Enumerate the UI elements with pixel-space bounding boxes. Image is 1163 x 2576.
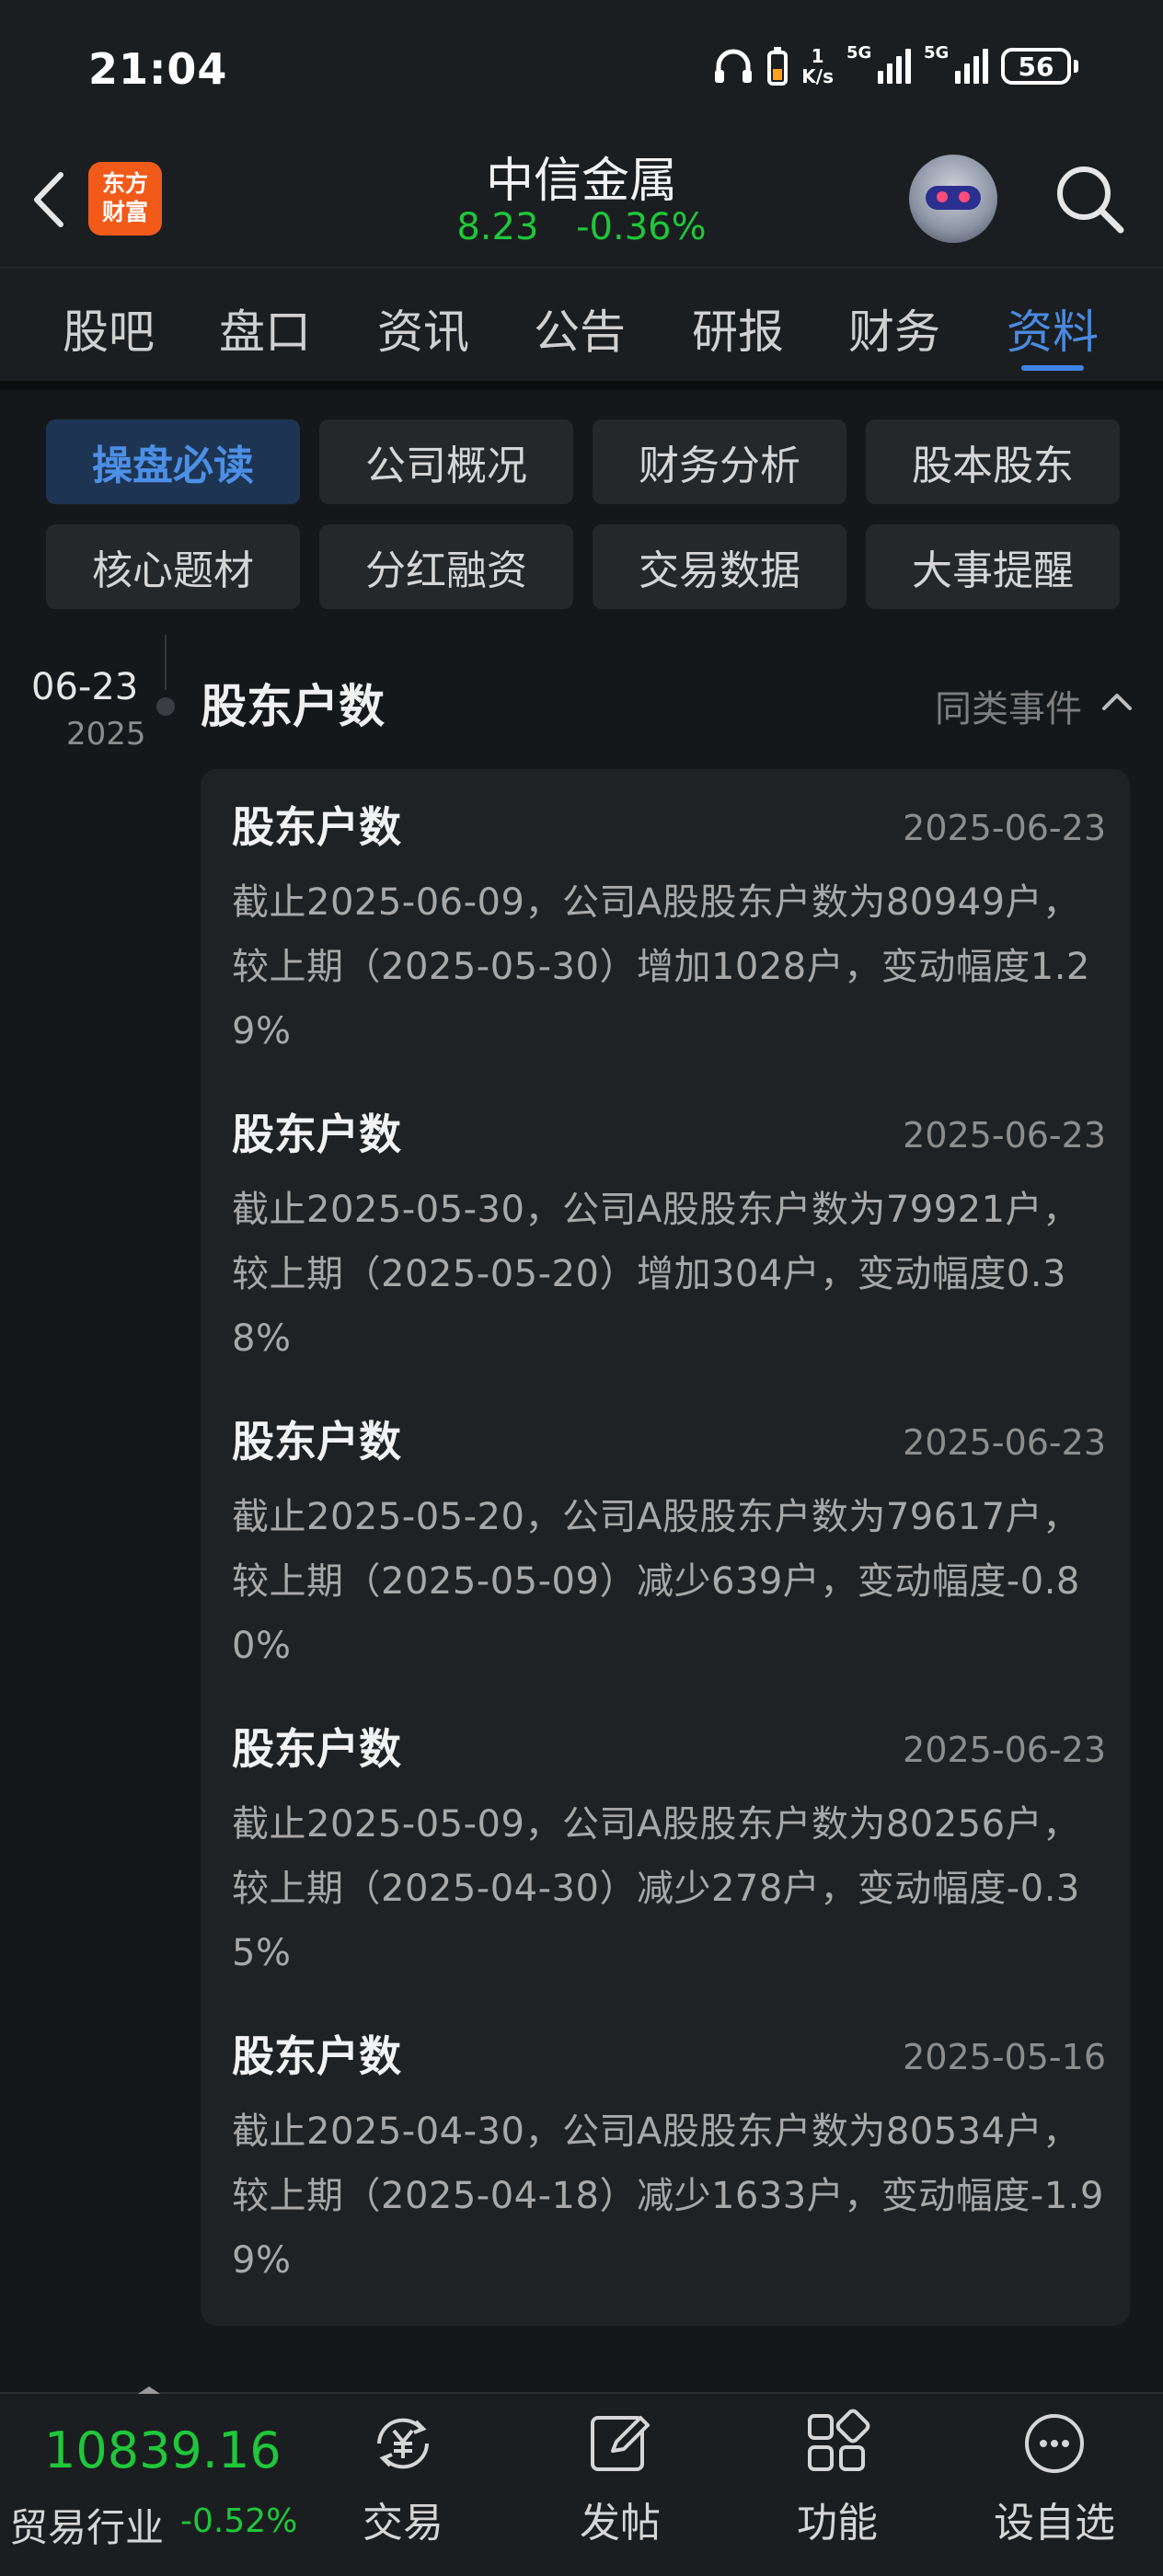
event-text: 截止2025-05-20，公司A股股东户数为79617户，较上期（2025-05… (232, 1496, 1080, 1667)
signal-2-icon: 5G (924, 43, 988, 84)
event-date: 2025-06-23 (903, 1730, 1106, 1770)
events-card: 股东户数 2025-06-23 截止2025-06-09，公司A股股东户数为80… (201, 769, 1130, 2326)
add-watchlist-button[interactable]: 设自选 (981, 2409, 1128, 2565)
chip-trading-data[interactable]: 交易数据 (593, 524, 846, 609)
chip-shareholders[interactable]: 股本股东 (866, 420, 1120, 504)
event-item[interactable]: 股东户数 2025-06-23 截止2025-05-09，公司A股股东户数为80… (232, 1717, 1106, 1985)
add-watchlist-label: 设自选 (994, 2500, 1115, 2547)
signal-1-icon: 5G (846, 43, 911, 84)
more-dots-icon (1025, 2414, 1084, 2473)
status-icons: 1 K/s 5G 5G 56 (713, 43, 1078, 86)
tab-guba[interactable]: 股吧 (63, 295, 155, 362)
yen-exchange-icon (377, 2418, 429, 2469)
section-title: 股东户数 (201, 680, 385, 733)
event-item[interactable]: 股东户数 2025-06-23 截止2025-05-30，公司A股股东户数为79… (232, 1102, 1106, 1371)
active-tab-indicator (1021, 365, 1084, 371)
tab-news[interactable]: 资讯 (377, 295, 469, 362)
event-date: 2025-06-23 (903, 808, 1106, 848)
status-bar: 21:04 1 K/s 5G 5G 56 (0, 0, 1163, 138)
battery-icon: 56 (1001, 48, 1078, 85)
grid-apps-icon (808, 2409, 870, 2471)
event-text: 截止2025-06-09，公司A股股东户数为80949户，较上期（2025-05… (232, 881, 1090, 1052)
tab-research[interactable]: 研报 (692, 295, 784, 362)
chip-dividends-financing[interactable]: 分红融资 (319, 524, 573, 609)
chip-major-events[interactable]: 大事提醒 (866, 524, 1120, 609)
signal-2-label: 5G (924, 43, 950, 63)
industry-index-change[interactable]: -0.52% (180, 2502, 297, 2540)
chip-company-overview[interactable]: 公司概况 (319, 420, 573, 504)
event-date: 2025-06-23 (903, 1115, 1106, 1156)
stock-header: 东方 财富 中信金属 8.23 -0.36% (0, 138, 1163, 267)
net-speed-value: 1 (811, 45, 824, 67)
timeline-dot (156, 697, 175, 716)
chip-financial-analysis[interactable]: 财务分析 (593, 420, 846, 504)
edit-post-icon (591, 2416, 650, 2471)
robot-assistant-icon[interactable] (909, 155, 997, 243)
chevron-up-icon[interactable] (1100, 690, 1134, 712)
functions-label: 功能 (797, 2500, 878, 2547)
tab-bar: 股吧 盘口 资讯 公告 研报 财务 资料 (0, 267, 1163, 381)
timeline-date: 06-23 (31, 666, 139, 708)
industry-index-value[interactable]: 10839.16 (44, 2421, 282, 2479)
search-icon[interactable] (1051, 160, 1128, 237)
trade-label: 交易 (363, 2500, 443, 2547)
signal-1-label: 5G (846, 43, 872, 63)
functions-button[interactable]: 功能 (764, 2409, 911, 2565)
timeline-year: 2025 (66, 716, 146, 753)
chip-core-themes[interactable]: 核心题材 (46, 524, 300, 609)
event-item[interactable]: 股东户数 2025-06-23 截止2025-05-20，公司A股股东户数为79… (232, 1409, 1106, 1678)
divider (0, 381, 1163, 390)
timeline-line (165, 635, 167, 690)
same-events-toggle[interactable]: 同类事件 (935, 679, 1082, 732)
stock-change: -0.36% (576, 206, 707, 248)
profile-subnav: 操盘必读 公司概况 财务分析 股本股东 核心题材 分红融资 交易数据 大事提醒 (0, 390, 1163, 611)
tab-finance[interactable]: 财务 (848, 295, 940, 362)
tab-profile[interactable]: 资料 (1007, 295, 1099, 362)
small-battery-icon (767, 47, 789, 86)
industry-index-name[interactable]: 贸易行业 (9, 2497, 164, 2553)
battery-level: 56 (1001, 48, 1071, 85)
chip-trading-must-read[interactable]: 操盘必读 (46, 420, 300, 504)
event-date: 2025-05-16 (903, 2037, 1106, 2077)
expand-handle-icon[interactable] (138, 2386, 160, 2394)
event-date: 2025-06-23 (903, 1422, 1106, 1463)
event-text: 截止2025-05-09，公司A股股东户数为80256户，较上期（2025-04… (232, 1803, 1080, 1974)
post-label: 发帖 (580, 2500, 661, 2547)
post-button[interactable]: 发帖 (547, 2409, 694, 2565)
bottom-bar: 10839.16 贸易行业 -0.52% 交易 发帖 功能 设自选 (0, 2386, 1163, 2576)
tab-pankou[interactable]: 盘口 (219, 295, 311, 362)
event-item[interactable]: 股东户数 2025-06-23 截止2025-06-09，公司A股股东户数为80… (232, 795, 1106, 1064)
status-time: 21:04 (88, 44, 228, 94)
event-text: 截止2025-05-30，公司A股股东户数为79921户，较上期（2025-05… (232, 1189, 1080, 1360)
headphones-icon (715, 49, 753, 83)
tab-announcements[interactable]: 公告 (534, 295, 626, 362)
net-speed-unit: K/s (801, 65, 834, 87)
network-speed: 1 K/s (801, 46, 834, 86)
event-text: 截止2025-04-30，公司A股股东户数为80534户，较上期（2025-04… (232, 2110, 1104, 2282)
event-item[interactable]: 股东户数 2025-05-16 截止2025-04-30，公司A股股东户数为80… (232, 2024, 1106, 2293)
trade-button[interactable]: 交易 (329, 2409, 477, 2565)
stock-price: 8.23 (456, 206, 539, 248)
